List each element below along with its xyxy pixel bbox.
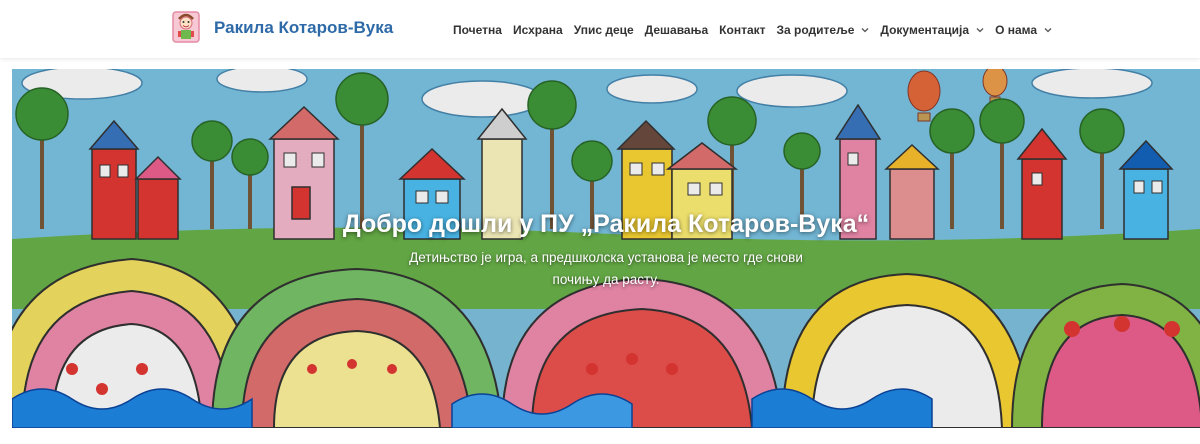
nav-item-about[interactable]: О нама [995, 22, 1052, 38]
nav-label: Упис деце [573, 23, 634, 37]
site-logo-icon[interactable] [170, 10, 204, 46]
nav-item-documentation[interactable]: Документација [880, 22, 984, 38]
hero-banner: Добро дошли у ПУ „Ракила Котаров-Вука“ Д… [12, 69, 1200, 428]
hero-title: Добро дошли у ПУ „Ракила Котаров-Вука“ [342, 210, 870, 238]
main-nav: Почетна Исхрана Упис деце Дешавања Конта… [453, 22, 1063, 38]
hero-subtitle-line: почињу да расту. [552, 272, 660, 287]
nav-item-home[interactable]: Почетна [453, 22, 502, 38]
chevron-down-icon [861, 28, 869, 33]
nav-label: Контакт [719, 23, 766, 37]
hero-subtitle: Детињство је игра, а предшколска установ… [392, 247, 820, 291]
site-title[interactable]: Ракила Котаров-Вука [214, 18, 393, 38]
nav-label: Документација [880, 23, 970, 37]
nav-item-for-parents[interactable]: За родитеље [777, 22, 870, 38]
chevron-down-icon [1044, 28, 1052, 33]
nav-label: За родитеље [776, 23, 855, 37]
hero-subtitle-line: Детињство је игра, а предшколска установ… [409, 250, 803, 265]
chevron-down-icon [976, 28, 984, 33]
nav-item-contact[interactable]: Контакт [719, 22, 765, 38]
nav-item-food[interactable]: Исхрана [513, 22, 563, 38]
nav-label: Дешавања [644, 23, 709, 37]
nav-label: О нама [995, 23, 1038, 37]
nav-item-events[interactable]: Дешавања [645, 22, 709, 38]
nav-item-enrollment[interactable]: Упис деце [574, 22, 634, 38]
nav-label: Исхрана [512, 23, 563, 37]
site-header: Ракила Котаров-Вука Почетна Исхрана Упис… [0, 0, 1200, 58]
nav-label: Почетна [453, 23, 502, 37]
